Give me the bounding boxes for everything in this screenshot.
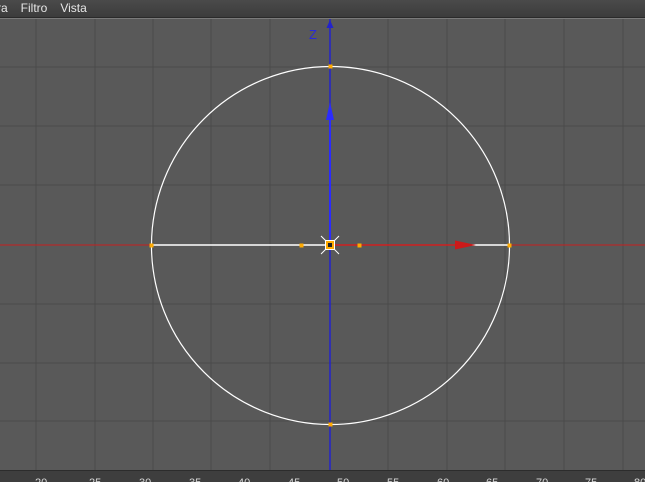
spline-point-top[interactable] — [328, 64, 333, 69]
tangent-handle-left[interactable] — [299, 243, 304, 248]
coordinate-ruler: 20 25 30 35 40 45 50 55 60 65 70 75 80 — [0, 470, 645, 482]
ruler-tick-label: 30 — [139, 477, 151, 482]
menu-item-vista[interactable]: Vista — [54, 0, 93, 17]
z-axis-label: Z — [309, 27, 317, 42]
tangent-handle-right[interactable] — [357, 243, 362, 248]
gizmo-z-arrow-icon[interactable] — [326, 102, 334, 120]
ruler-tick-label: 70 — [536, 477, 548, 482]
menu-bar: ra Filtro Vista — [0, 0, 645, 18]
ruler-tick-label: 55 — [387, 477, 399, 482]
ruler-tick-label: 25 — [89, 477, 101, 482]
spline-point-bottom[interactable] — [328, 422, 333, 427]
ruler-tick-label: 65 — [486, 477, 498, 482]
ruler-tick-label: 45 — [288, 477, 300, 482]
gizmo-x-arrow-icon[interactable] — [455, 240, 476, 250]
pivot-square-core — [328, 243, 332, 247]
spline-point-right[interactable] — [507, 243, 512, 248]
menu-item-struttura[interactable]: ra — [0, 0, 15, 17]
ruler-tick-label: 20 — [35, 477, 47, 482]
ruler-tick-label: 75 — [585, 477, 597, 482]
ruler-tick-label: 60 — [437, 477, 449, 482]
ruler-tick-label: 40 — [238, 477, 250, 482]
viewport-canvas[interactable]: Z — [0, 19, 645, 471]
spline-point-left[interactable] — [149, 243, 154, 248]
viewport-panel[interactable]: Z — [0, 18, 645, 471]
ruler-tick-label: 35 — [189, 477, 201, 482]
menu-item-filtro[interactable]: Filtro — [15, 0, 55, 17]
z-axis-arrow-icon — [326, 20, 334, 28]
ruler-tick-label: 50 — [337, 477, 349, 482]
ruler-tick-label: 80 — [634, 477, 645, 482]
